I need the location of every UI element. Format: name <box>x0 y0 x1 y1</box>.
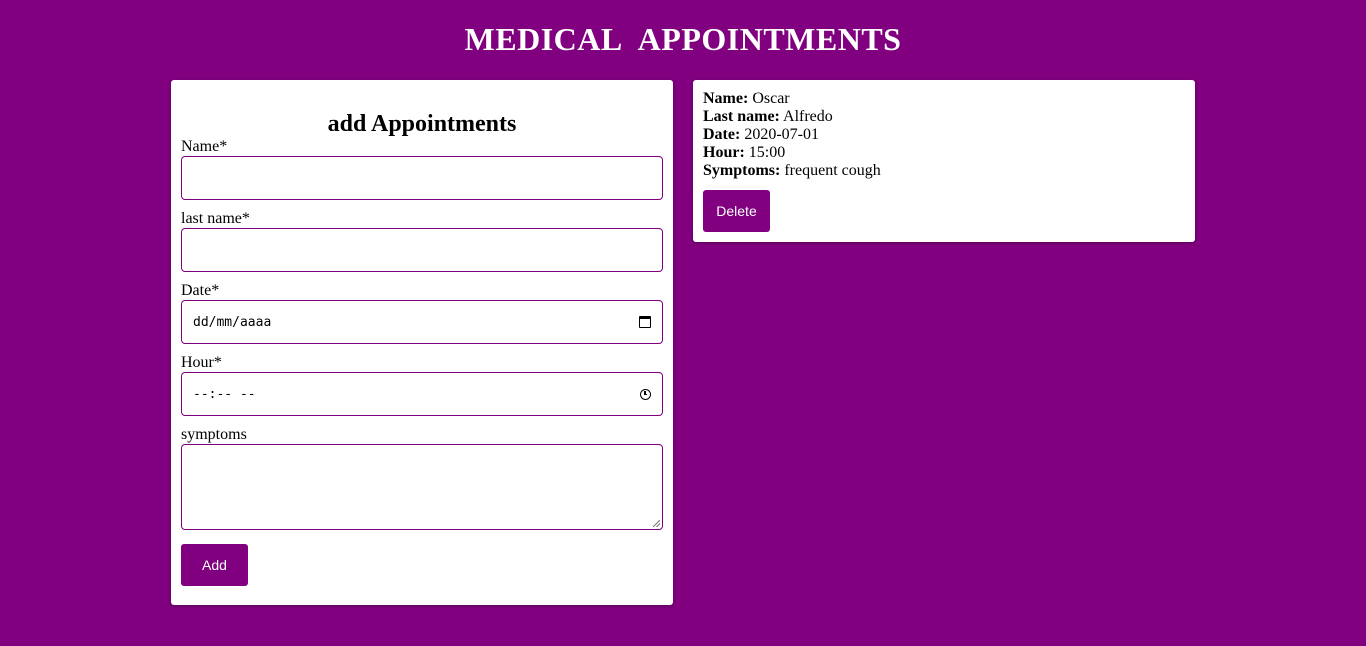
appointment-date: Date: 2020-07-01 <box>703 126 1185 144</box>
appointment-hour-label: Hour: <box>703 144 745 161</box>
appointment-date-value: 2020-07-01 <box>744 126 819 143</box>
appointment-name: Name: Oscar <box>703 90 1185 108</box>
resize-grip-icon[interactable] <box>653 520 660 527</box>
appointment-card: Name: Oscar Last name: Alfredo Date: 202… <box>693 80 1195 242</box>
symptoms-label: symptoms <box>181 426 247 443</box>
date-input[interactable]: dd/mm/aaaa <box>181 300 663 344</box>
appointment-last-name: Last name: Alfredo <box>703 108 1185 126</box>
appointment-name-label: Name: <box>703 90 749 107</box>
appointment-name-value: Oscar <box>752 90 790 107</box>
name-label: Name* <box>181 138 228 155</box>
calendar-icon[interactable] <box>639 316 651 328</box>
delete-button[interactable]: Delete <box>703 190 770 232</box>
add-button[interactable]: Add <box>181 544 248 586</box>
appointment-last-name-value: Alfredo <box>783 108 833 125</box>
date-label: Date* <box>181 282 220 299</box>
last-name-label: last name* <box>181 210 250 227</box>
name-input[interactable] <box>181 156 663 200</box>
clock-icon[interactable] <box>640 388 651 400</box>
hour-label: Hour* <box>181 354 222 371</box>
appointment-hour: Hour: 15:00 <box>703 144 1185 162</box>
appointment-hour-value: 15:00 <box>748 144 786 161</box>
date-placeholder: dd/mm/aaaa <box>193 314 272 330</box>
appointment-symptoms: Symptoms: frequent cough <box>703 162 1185 180</box>
add-appointment-form: add Appointments Name* last name* Date* … <box>171 80 673 605</box>
appointment-last-name-label: Last name: <box>703 108 780 125</box>
appointment-symptoms-value: frequent cough <box>784 162 881 179</box>
symptoms-textarea[interactable] <box>181 444 663 530</box>
appointment-symptoms-label: Symptoms: <box>703 162 781 179</box>
page-title: MEDICAL APPOINTMENTS <box>464 21 902 57</box>
hour-input[interactable]: --:-- -- <box>181 372 663 416</box>
hour-placeholder: --:-- -- <box>193 386 256 402</box>
form-heading: add Appointments <box>327 111 517 137</box>
appointment-date-label: Date: <box>703 126 741 143</box>
last-name-input[interactable] <box>181 228 663 272</box>
